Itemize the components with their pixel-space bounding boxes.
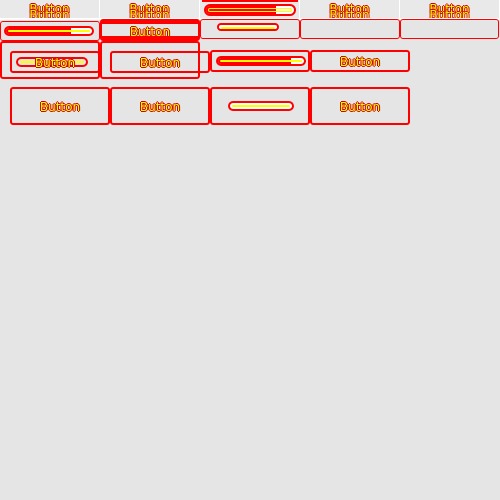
tab-button-5[interactable]: Button Button [400,0,500,22]
row4-button-a-label: Button [39,100,81,114]
row4-button-b[interactable]: Button [110,87,210,125]
row4-progress [228,101,294,111]
tab-progress-top-accent [202,0,298,2]
tab-progress-bar [204,4,296,16]
row2-empty-cell-5 [400,19,499,39]
row2-empty-cell-4 [300,19,400,39]
row3-button-d-label: Button [339,55,381,69]
row4-button-b-label: Button [139,100,181,114]
row3-progress-container [210,50,310,72]
row3-button-d[interactable]: Button [310,50,410,72]
row2-progress-a-fill [6,28,71,34]
row3-progress-fill [218,58,292,64]
row3-button-b-label: Button [139,56,181,70]
row3-button-b[interactable]: Button [110,51,210,73]
row2-progress-b-container [200,19,300,39]
canvas: Button Button Button Button Button Butto… [0,0,500,500]
tab-button-1[interactable]: Button Button [0,0,100,22]
row4-button-a[interactable]: Button [10,87,110,125]
tab-button-2[interactable]: Button Button [100,0,200,22]
row3-progress [216,56,306,66]
row2-progress-a [4,26,94,36]
row2-button[interactable]: Button [100,19,200,41]
row3-input-button-label: Button [34,56,76,70]
row2-progress-b [217,23,279,31]
row3-group-a: Button [0,41,100,79]
row4-button-d-label: Button [339,100,381,114]
tab-progress[interactable] [200,0,300,20]
row3-input-button[interactable]: Button [10,51,100,73]
tab-button-4[interactable]: Button Button [300,0,400,22]
row2-button-bottom-accent [102,36,198,39]
row4-progress-container [210,87,310,125]
tab-progress-fill [206,6,277,14]
row2-button-top-accent [102,21,198,24]
row4-button-d[interactable]: Button [310,87,410,125]
row3-group-b: Button [100,41,210,79]
row2-progress-a-container [0,21,100,41]
